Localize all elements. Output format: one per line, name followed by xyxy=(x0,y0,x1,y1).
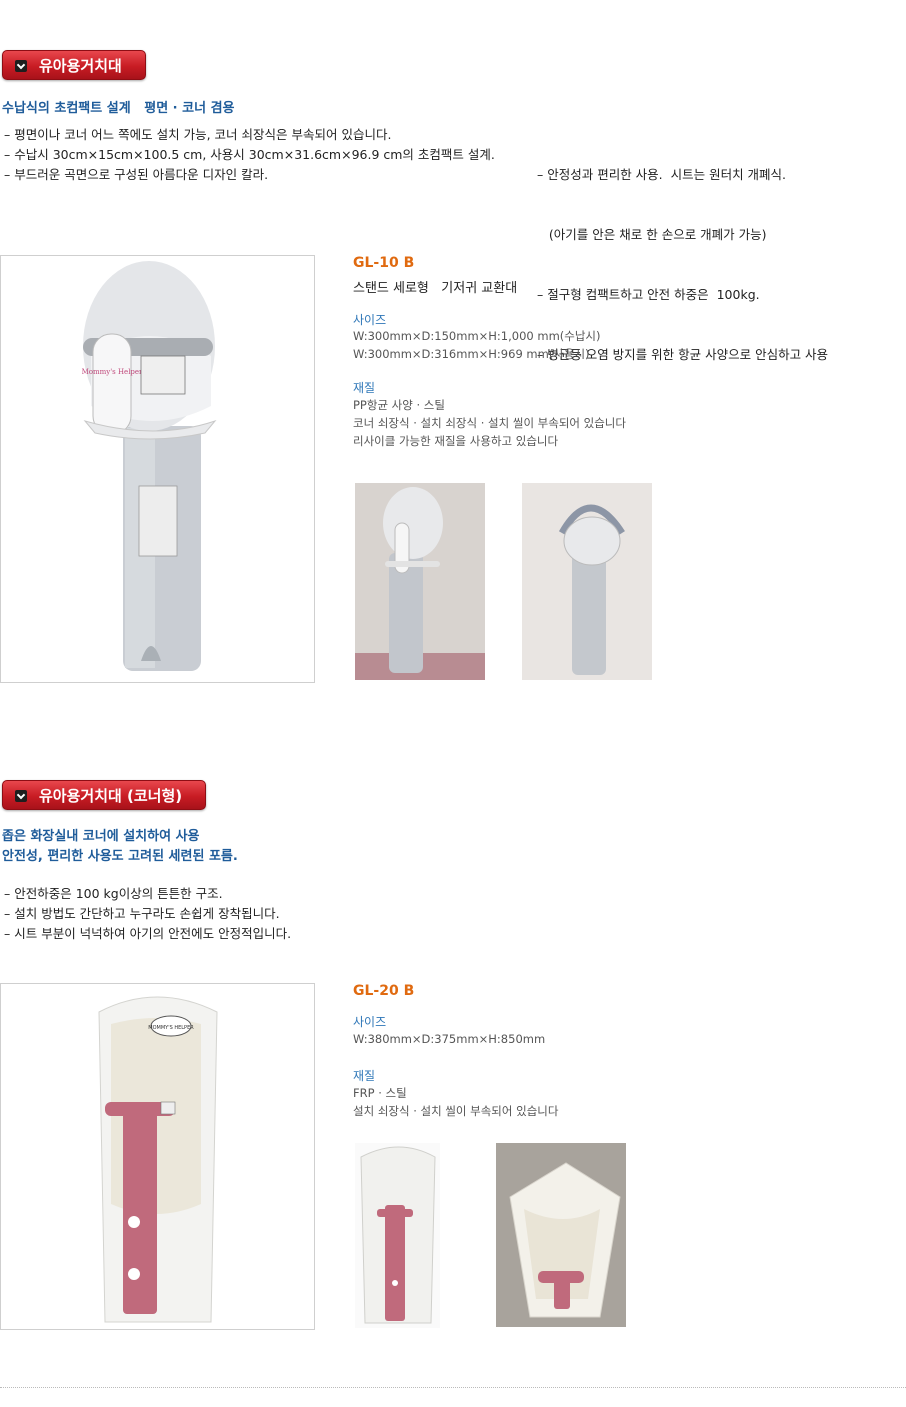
product-main-image: Mommy's Helper xyxy=(0,255,315,683)
section-tagline: 수납식의 초컴팩트 설계 평면 · 코너 겸용 xyxy=(2,101,235,116)
brand-logo: MOMMY'S HELPER xyxy=(148,1025,194,1031)
feature-list: – 안전하중은 100 kg이상의 튼튼한 구조. – 설치 방법도 간단하고 … xyxy=(4,884,291,944)
material-line: 설치 쇠장식 · 설치 씰이 부속되어 있습니다 xyxy=(353,1104,559,1118)
product-description: 스탠드 세로형 기저귀 교환대 xyxy=(353,281,518,296)
section-tagline: 좁은 화장실내 코너에 설치하여 사용 안전성, 편리한 사용도 고려된 세련된… xyxy=(2,827,238,867)
feature-item: – 평면이나 코너 어느 쪽에도 설치 가능, 코너 쇠장식은 부속되어 있습니… xyxy=(4,127,392,142)
product-thumbnail-open xyxy=(522,483,652,680)
material-line: PP항균 사양 · 스틸 xyxy=(353,398,445,412)
material-label: 재질 xyxy=(353,381,376,395)
material-line: 코너 쇠장식 · 설치 쇠장식 · 설치 씰이 부속되어 있습니다 xyxy=(353,416,626,430)
feature-item: – 안전하중은 100 kg이상의 튼튼한 구조. xyxy=(4,886,223,901)
size-line: W:380mm×D:375mm×H:850mm xyxy=(353,1032,546,1046)
brand-logo: Mommy's Helper xyxy=(82,368,143,376)
feature-item: – 절구형 컴팩트하고 안전 하중은 100kg. xyxy=(537,287,760,302)
size-label: 사이즈 xyxy=(353,313,387,327)
section-title-button-corner[interactable]: 유아용거치대 (코너형) xyxy=(2,780,206,810)
feature-list-left: – 평면이나 코너 어느 쪽에도 설치 가능, 코너 쇠장식은 부속되어 있습니… xyxy=(4,125,495,185)
feature-item: – 설치 방법도 간단하고 누구라도 손쉽게 장착됩니다. xyxy=(4,906,280,921)
product-thumbnail-closed xyxy=(355,1143,440,1328)
tagline-line: 좁은 화장실내 코너에 설치하여 사용 xyxy=(2,829,200,844)
product-thumbnail-top xyxy=(496,1143,626,1327)
model-number: GL-20 B xyxy=(353,983,415,999)
material-values: FRP · 스틸 설치 쇠장식 · 설치 씰이 부속되어 있습니다 xyxy=(353,1084,558,1120)
footer-divider xyxy=(0,1387,906,1388)
size-values: W:300mm×D:150mm×H:1,000 mm(수납시) W:300mm×… xyxy=(353,327,601,363)
section-title-label: 유아용거치대 (코너형) xyxy=(39,787,183,805)
size-line: W:300mm×D:150mm×H:1,000 mm(수납시) xyxy=(353,329,601,343)
material-line: FRP · 스틸 xyxy=(353,1086,407,1100)
size-values: W:380mm×D:375mm×H:850mm xyxy=(353,1030,545,1048)
product-main-image: MOMMY'S HELPER xyxy=(0,983,315,1330)
material-label: 재질 xyxy=(353,1069,376,1083)
feature-item: – 수납시 30cm×15cm×100.5 cm, 사용시 30cm×31.6c… xyxy=(4,147,495,162)
feature-item: (아기를 안은 채로 한 손으로 개폐가 가능) xyxy=(537,227,767,242)
feature-item: – 부드러운 곡면으로 구성된 아름다운 디자인 칼라. xyxy=(4,167,269,182)
size-line: W:300mm×D:316mm×H:969 mm(사용시) xyxy=(353,347,590,361)
tagline-line: 안전성, 편리한 사용도 고려된 세련된 포름. xyxy=(2,849,238,864)
material-values: PP항균 사양 · 스틸 코너 쇠장식 · 설치 쇠장식 · 설치 씰이 부속되… xyxy=(353,396,626,450)
model-number: GL-10 B xyxy=(353,255,415,271)
chevron-down-icon xyxy=(15,60,27,72)
section-title-button[interactable]: 유아용거치대 xyxy=(2,50,146,80)
chevron-down-icon xyxy=(15,790,27,802)
size-label: 사이즈 xyxy=(353,1015,387,1029)
section-title-label: 유아용거치대 xyxy=(39,57,122,75)
feature-item: – 시트 부분이 넉넉하여 아기의 안전에도 안정적입니다. xyxy=(4,926,292,941)
product-thumbnail-folded xyxy=(355,483,485,680)
material-line: 리사이클 가능한 재질을 사용하고 있습니다 xyxy=(353,434,559,448)
feature-item: – 안정성과 편리한 사용. 시트는 원터치 개폐식. xyxy=(537,167,787,182)
